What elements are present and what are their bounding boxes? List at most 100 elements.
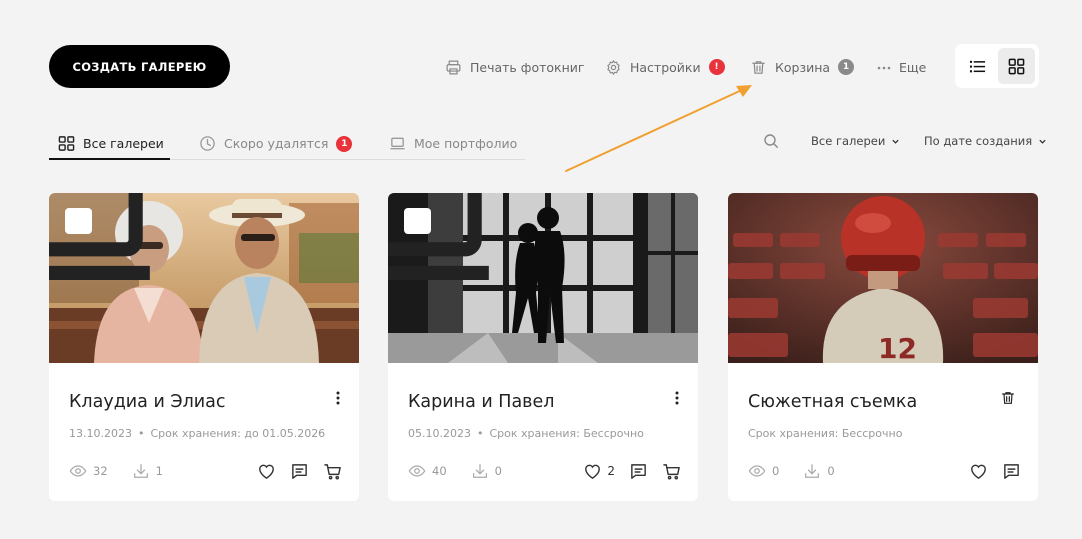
scope-filter-label: Все галереи	[811, 134, 886, 148]
settings-button[interactable]: Настройки !	[605, 56, 725, 78]
more-vertical-icon	[675, 391, 679, 405]
gallery-title[interactable]: Сюжетная съемка	[748, 392, 917, 412]
portfolio-badge	[388, 193, 489, 281]
download-icon	[803, 462, 821, 480]
trash-icon	[1000, 390, 1016, 406]
gallery-card[interactable]: Карина и Павел 05.10.2023 • Срок хранени…	[388, 193, 698, 501]
grid-icon	[58, 135, 75, 152]
list-icon	[969, 58, 986, 75]
monitor-icon	[388, 193, 573, 306]
settings-label: Настройки	[630, 59, 701, 75]
cart-icon[interactable]	[323, 462, 342, 481]
tab-all-galleries-label: Все галереи	[83, 136, 164, 151]
svg-text:12: 12	[878, 332, 917, 363]
meta-separator: •	[476, 427, 484, 440]
heart-icon[interactable]	[583, 462, 602, 481]
tab-deleting-soon-label: Скоро удалятся	[224, 136, 329, 151]
eye-icon	[408, 462, 426, 480]
annotation-arrow	[565, 85, 752, 172]
cart-icon[interactable]	[662, 462, 681, 481]
card-actions	[969, 461, 1021, 481]
more-button[interactable]: Еще	[877, 56, 926, 78]
download-icon	[132, 462, 150, 480]
chevron-down-icon	[891, 137, 900, 146]
view-toggle	[955, 44, 1039, 88]
card-menu-button[interactable]	[332, 390, 344, 406]
gallery-cover-image[interactable]	[388, 193, 698, 363]
comment-icon[interactable]	[629, 462, 648, 481]
card-actions	[257, 461, 342, 481]
scope-filter-dropdown[interactable]: Все галереи	[811, 133, 900, 149]
print-photobooks-label: Печать фотокниг	[470, 59, 585, 75]
tab-all-galleries[interactable]: Все галереи	[58, 128, 164, 159]
sort-label: По дате создания	[924, 134, 1033, 148]
gallery-storage: Срок хранения: до 01.05.2026	[150, 427, 326, 440]
views-count: 40	[432, 464, 447, 478]
gallery-title[interactable]: Клаудиа и Элиас	[69, 392, 226, 412]
comment-icon[interactable]	[1002, 462, 1021, 481]
downloads-count: 0	[827, 464, 835, 478]
list-view-button[interactable]	[959, 48, 996, 84]
heart-icon[interactable]	[969, 462, 988, 481]
tab-deleting-soon[interactable]: Скоро удалятся 1	[199, 128, 353, 159]
gallery-meta: 13.10.2023 • Срок хранения: до 01.05.202…	[69, 427, 325, 440]
gallery-title[interactable]: Карина и Павел	[408, 392, 554, 412]
gallery-card[interactable]: Клаудиа и Элиас 13.10.2023 • Срок хранен…	[49, 193, 359, 501]
downloads-count: 1	[155, 464, 163, 478]
views-count: 32	[93, 464, 108, 478]
gallery-meta: 05.10.2023 • Срок хранения: Бессрочно	[408, 427, 644, 440]
search-button[interactable]	[763, 133, 779, 149]
create-gallery-button[interactable]: СОЗДАТЬ ГАЛЕРЕЮ	[49, 45, 230, 88]
monitor-icon	[389, 135, 406, 152]
gallery-stats: 32 1	[69, 462, 163, 480]
card-menu-button[interactable]	[671, 390, 683, 406]
download-icon	[471, 462, 489, 480]
active-tab-indicator	[49, 158, 170, 160]
gallery-cover-image[interactable]: 12	[728, 193, 1038, 363]
settings-alert-badge: !	[708, 59, 725, 75]
more-dots-icon	[877, 59, 891, 76]
gallery-storage: Срок хранения: Бессрочно	[489, 427, 644, 440]
delete-gallery-button[interactable]	[1000, 390, 1016, 406]
trash-button[interactable]: Корзина 1	[750, 56, 855, 78]
gallery-stats: 40 0	[408, 462, 502, 480]
gallery-tabs: Все галереи Скоро удалятся 1 Мое портфол…	[49, 128, 525, 160]
eye-icon	[69, 462, 87, 480]
gallery-date: 05.10.2023	[408, 427, 471, 440]
portfolio-badge	[49, 193, 150, 281]
deleting-soon-badge: 1	[336, 135, 353, 152]
printer-icon	[445, 59, 462, 76]
print-photobooks-button[interactable]: Печать фотокниг	[445, 56, 584, 78]
chevron-down-icon	[1038, 137, 1047, 146]
gallery-card[interactable]: 12 Сюжетная съемка Срок хранения: Бессро…	[728, 193, 1038, 501]
create-gallery-label: СОЗДАТЬ ГАЛЕРЕЮ	[72, 59, 207, 74]
grid-icon	[1008, 58, 1025, 75]
more-label: Еще	[899, 59, 927, 75]
more-vertical-icon	[336, 391, 340, 405]
trash-count-badge: 1	[838, 59, 855, 75]
gear-icon	[605, 59, 622, 76]
tab-my-portfolio-label: Мое портфолио	[414, 136, 518, 151]
gallery-stats: 0 0	[748, 462, 835, 480]
meta-separator: •	[137, 427, 145, 440]
likes-count: 2	[607, 464, 615, 478]
views-count: 0	[772, 464, 780, 478]
gallery-cover-image[interactable]	[49, 193, 359, 363]
gallery-storage: Срок хранения: Бессрочно	[748, 427, 903, 440]
clock-icon	[199, 135, 216, 152]
trash-icon	[750, 59, 767, 76]
grid-view-button[interactable]	[998, 48, 1035, 84]
comment-icon[interactable]	[290, 462, 309, 481]
card-actions: 2	[583, 461, 681, 481]
gallery-meta: Срок хранения: Бессрочно	[748, 427, 902, 440]
search-icon	[763, 133, 779, 149]
sort-dropdown[interactable]: По дате создания	[924, 133, 1047, 149]
trash-label: Корзина	[775, 59, 831, 75]
monitor-icon	[49, 193, 234, 306]
downloads-count: 0	[494, 464, 502, 478]
heart-icon[interactable]	[257, 462, 276, 481]
tab-my-portfolio[interactable]: Мое портфолио	[389, 128, 517, 159]
like-group[interactable]: 2	[583, 462, 615, 481]
eye-icon	[748, 462, 766, 480]
gallery-date: 13.10.2023	[69, 427, 132, 440]
